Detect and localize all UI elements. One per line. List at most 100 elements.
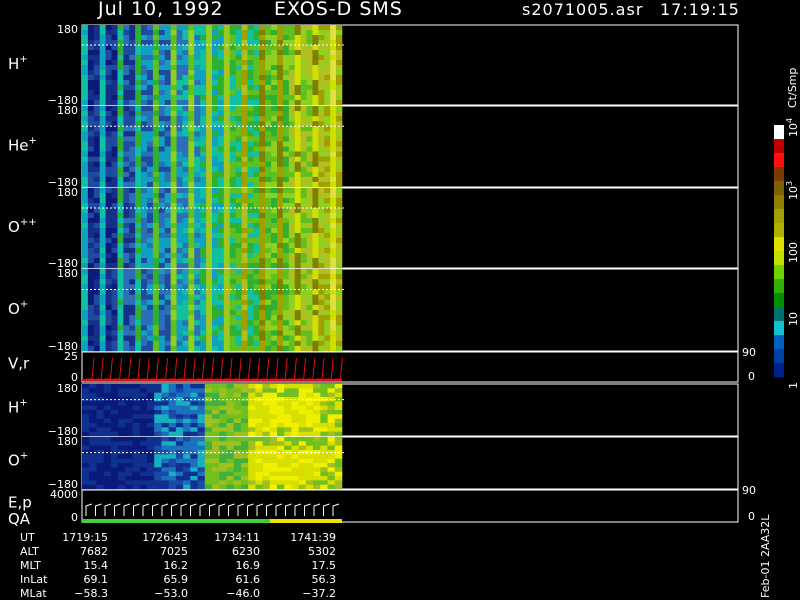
heatmap-cell	[147, 467, 155, 472]
heatmap-cell	[125, 410, 133, 415]
heatmap-cell	[111, 131, 118, 137]
heatmap-cell	[200, 25, 207, 31]
heatmap-cell	[312, 80, 319, 86]
heatmap-cell	[176, 274, 183, 280]
heatmap-cell	[206, 55, 213, 61]
heatmap-cell	[164, 171, 171, 178]
heatmap-cell	[99, 325, 106, 331]
heatmap-cell	[305, 454, 314, 459]
heatmap-cell	[135, 299, 142, 306]
heatmap-cell	[99, 126, 106, 132]
heatmap-cell	[324, 55, 331, 61]
heatmap-cell	[282, 340, 290, 347]
heatmap-cell	[241, 228, 248, 234]
heatmap-cell	[87, 181, 95, 188]
heatmap-cell	[176, 228, 183, 234]
heatmap-cell	[170, 294, 177, 301]
heatmap-cell	[170, 111, 177, 117]
heatmap-cell	[158, 75, 166, 81]
heatmap-cell	[188, 141, 195, 147]
heatmap-cell	[235, 299, 242, 306]
heatmap-cell	[176, 176, 183, 183]
heatmap-cell	[129, 171, 136, 178]
heatmap-cell	[182, 50, 189, 56]
heatmap-cell	[194, 289, 201, 295]
heatmap-cell	[324, 269, 331, 275]
heatmap-cell	[82, 116, 89, 122]
heatmap-cell	[99, 198, 106, 204]
heatmap-cell	[188, 121, 195, 127]
heatmap-cell	[141, 208, 148, 214]
heatmap-cell	[170, 228, 177, 234]
heatmap-cell	[229, 141, 236, 147]
heatmap-cell	[288, 95, 296, 101]
heatmap-cell	[277, 131, 284, 137]
heatmap-cell	[154, 418, 162, 424]
heatmap-cell	[235, 269, 242, 275]
heatmap-cell	[99, 111, 106, 117]
heatmap-cell	[99, 131, 106, 137]
heatmap-cell	[183, 427, 191, 432]
heatmap-cell	[135, 213, 142, 219]
heatmap-cell	[277, 458, 285, 464]
heatmap-cell	[152, 193, 160, 199]
heatmap-cell	[259, 315, 266, 321]
heatmap-cell	[105, 208, 112, 214]
heatmap-cell	[182, 238, 189, 244]
heatmap-cell	[334, 471, 343, 477]
heatmap-cell	[164, 263, 171, 269]
heatmap-cell	[147, 414, 155, 419]
heatmap-cell	[82, 253, 89, 259]
heatmap-cell	[123, 335, 130, 342]
heatmap-cell	[103, 454, 112, 459]
heatmap-cell	[255, 441, 263, 446]
heatmap-cell	[312, 310, 319, 316]
heatmap-cell	[188, 279, 195, 285]
ephemeris-value: −46.0	[226, 587, 260, 600]
heatmap-cell	[158, 136, 166, 142]
heatmap-cell	[223, 223, 231, 229]
heatmap-cell	[300, 248, 307, 254]
heatmap-cell	[183, 454, 191, 459]
heatmap-cell	[291, 405, 299, 411]
heatmap-cell	[132, 431, 141, 437]
heatmap-cell	[147, 294, 154, 301]
heatmap-cell	[176, 335, 183, 342]
heatmap-cell	[265, 345, 272, 352]
heatmap-cell	[194, 188, 201, 194]
heatmap-cell	[253, 176, 260, 183]
heatmap-cell	[247, 335, 254, 342]
heatmap-cell	[259, 193, 266, 199]
heatmap-cell	[164, 146, 171, 152]
heatmap-cell	[271, 233, 278, 239]
heatmap-cell	[336, 30, 343, 36]
heatmap-cell	[300, 289, 307, 295]
heatmap-cell	[265, 161, 272, 168]
heatmap-cell	[132, 384, 141, 389]
heatmap-cell	[318, 166, 325, 173]
heatmap-cell	[164, 50, 171, 56]
heatmap-cell	[96, 467, 104, 472]
heatmap-cell	[212, 131, 219, 137]
heatmap-cell	[93, 233, 101, 239]
heatmap-cell	[271, 269, 278, 275]
heatmap-cell	[327, 463, 336, 468]
heatmap-cell	[336, 320, 343, 326]
heatmap-cell	[217, 299, 225, 306]
heatmap-cell	[294, 233, 301, 239]
heatmap-cell	[129, 131, 136, 137]
heatmap-cell	[125, 431, 133, 437]
heatmap-cell	[318, 310, 325, 316]
heatmap-cell	[277, 106, 284, 112]
heatmap-cell	[277, 45, 284, 51]
heatmap-cell	[197, 484, 206, 490]
heatmap-cell	[87, 315, 95, 321]
heatmap-cell	[139, 471, 148, 477]
heatmap-cell	[147, 345, 154, 352]
heatmap-cell	[277, 208, 284, 214]
heatmap-cell	[194, 141, 201, 147]
heatmap-cell	[168, 423, 177, 428]
heatmap-cell	[291, 384, 299, 389]
heatmap-cell	[139, 423, 148, 428]
heatmap-cell	[141, 141, 148, 147]
